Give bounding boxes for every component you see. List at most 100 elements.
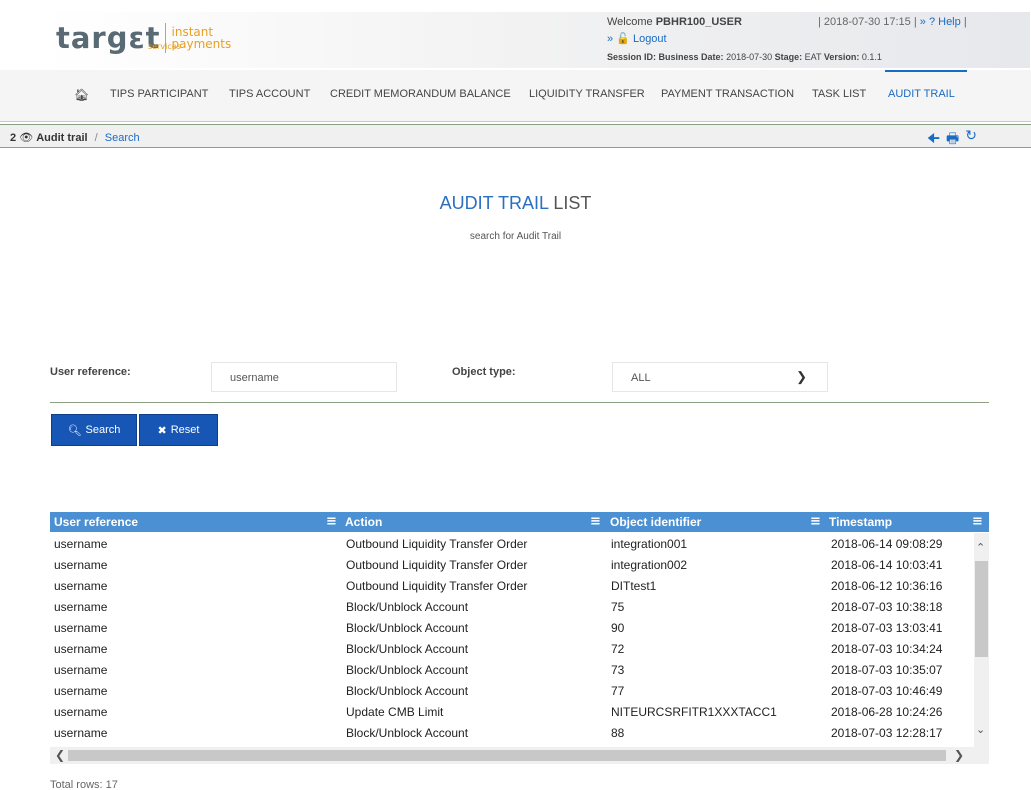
nav-tips-account[interactable]: TIPS ACCOUNT: [229, 88, 310, 100]
scroll-right-icon[interactable]: ❯: [954, 748, 964, 762]
stage-value: EAT: [804, 52, 822, 62]
table-body: username Outbound Liquidity Transfer Ord…: [50, 533, 974, 747]
search-icon: 🔍︎: [67, 424, 82, 437]
cell-object-identifier: 77: [611, 684, 625, 698]
header-date-help: | 2018-07-30 17:15 | » ? Help |: [818, 16, 967, 28]
table-row[interactable]: username Block/Unblock Account 90 2018-0…: [50, 617, 974, 638]
cell-action: Outbound Liquidity Transfer Order: [346, 558, 528, 572]
table-row[interactable]: username Block/Unblock Account 75 2018-0…: [50, 596, 974, 617]
column-header-timestamp[interactable]: Timestamp: [829, 515, 892, 529]
cell-timestamp: 2018-07-03 10:46:49: [831, 684, 943, 698]
cell-user-reference: username: [54, 558, 108, 572]
table-row[interactable]: username Block/Unblock Account 73 2018-0…: [50, 659, 974, 680]
nav-liquidity-transfer[interactable]: LIQUIDITY TRANSFER: [529, 88, 645, 100]
refresh-icon[interactable]: ↻: [965, 128, 977, 152]
cell-action: Update CMB Limit: [346, 705, 444, 719]
cell-user-reference: username: [54, 705, 108, 719]
target-logo: targɛt services instant payments: [56, 20, 231, 56]
stage-label: Stage:: [774, 52, 803, 62]
help-link[interactable]: Help: [938, 16, 961, 28]
scroll-up-icon[interactable]: ⌃: [976, 541, 985, 554]
column-menu-icon[interactable]: ≡: [590, 514, 601, 529]
table-row[interactable]: username Outbound Liquidity Transfer Ord…: [50, 575, 974, 596]
page-title: AUDIT TRAIL LIST: [0, 193, 1031, 214]
table-row[interactable]: username Block/Unblock Account 72 2018-0…: [50, 638, 974, 659]
search-button[interactable]: 🔍︎ Search: [51, 414, 137, 446]
cell-object-identifier: 90: [611, 621, 625, 635]
breadcrumb-current: Search: [104, 132, 140, 144]
cell-timestamp: 2018-07-03 12:28:17: [831, 726, 943, 740]
table-header: User reference ≡ Action ≡ Object identif…: [50, 512, 989, 532]
table-row[interactable]: username Outbound Liquidity Transfer Ord…: [50, 554, 974, 575]
user-reference-label: User reference:: [50, 366, 131, 378]
help-suffix: |: [963, 16, 967, 28]
cell-action: Block/Unblock Account: [346, 663, 469, 677]
vertical-scrollbar[interactable]: ⌃ ⌄: [974, 533, 989, 747]
table-row[interactable]: username Update CMB Limit NITEURCSRFITR1…: [50, 701, 974, 722]
session-info: Session ID: Business Date: 2018-07-30 St…: [607, 52, 882, 62]
help-prefix: »: [919, 16, 926, 28]
cell-object-identifier: DITtest1: [611, 579, 657, 593]
nav-payment-transaction[interactable]: PAYMENT TRANSACTION: [661, 88, 794, 100]
breadcrumb-path: 2 👁︎ Audit trail / Search: [10, 131, 140, 144]
column-menu-icon[interactable]: ≡: [326, 514, 337, 529]
cell-user-reference: username: [54, 579, 108, 593]
version-label: Version:: [823, 52, 860, 62]
column-header-user-reference[interactable]: User reference: [54, 515, 138, 529]
breadcrumb: 2 👁︎ Audit trail / Search 🠈 🖶︎ ↻: [0, 124, 1031, 148]
cell-user-reference: username: [54, 684, 108, 698]
help-icon: ?: [928, 16, 936, 28]
cell-timestamp: 2018-07-03 13:03:41: [831, 621, 943, 635]
logout-link[interactable]: Logout: [633, 33, 667, 45]
cell-timestamp: 2018-06-28 10:24:26: [831, 705, 943, 719]
page-title-rest: LIST: [553, 193, 592, 213]
cell-object-identifier: 72: [611, 642, 625, 656]
print-icon[interactable]: 🖶︎: [946, 128, 959, 152]
back-arrow-icon[interactable]: 🠈: [927, 128, 940, 152]
object-type-value: ALL: [631, 372, 651, 384]
logout-row: » 🔓 Logout: [607, 32, 742, 45]
cell-object-identifier: integration001: [611, 537, 688, 551]
home-icon[interactable]: 🏠︎: [74, 88, 89, 102]
column-menu-icon[interactable]: ≡: [810, 514, 821, 529]
eye-icon: 👁︎: [19, 132, 34, 144]
search-button-label: Search: [85, 424, 121, 436]
column-header-object-identifier[interactable]: Object identifier: [610, 515, 701, 529]
horizontal-scroll-thumb[interactable]: [68, 750, 946, 761]
user-info: Welcome PBHR100_USER » 🔓 Logout: [607, 16, 742, 45]
cell-action: Block/Unblock Account: [346, 726, 469, 740]
table-row[interactable]: username Block/Unblock Account 88 2018-0…: [50, 722, 974, 743]
current-datetime: | 2018-07-30 17:15 |: [818, 16, 917, 28]
cell-action: Outbound Liquidity Transfer Order: [346, 537, 528, 551]
nav-tips-participant[interactable]: TIPS PARTICIPANT: [110, 88, 208, 100]
cell-user-reference: username: [54, 600, 108, 614]
horizontal-scrollbar[interactable]: ❮ ❯: [50, 747, 989, 764]
cell-user-reference: username: [54, 663, 108, 677]
table-row[interactable]: username Block/Unblock Account 77 2018-0…: [50, 680, 974, 701]
vertical-scroll-thumb[interactable]: [975, 561, 988, 657]
logo-services-text: services: [148, 42, 181, 51]
column-header-action[interactable]: Action: [345, 515, 382, 529]
business-date-label: Business Date:: [658, 52, 724, 62]
nav-task-list[interactable]: TASK LIST: [812, 88, 866, 100]
cell-action: Outbound Liquidity Transfer Order: [346, 579, 528, 593]
breadcrumb-section[interactable]: Audit trail: [36, 132, 87, 144]
reset-button[interactable]: ✖ Reset: [139, 414, 218, 446]
scroll-down-icon[interactable]: ⌄: [976, 723, 985, 736]
main-nav: 🏠︎ TIPS PARTICIPANT TIPS ACCOUNT CREDIT …: [0, 70, 1031, 122]
nav-credit-memorandum-balance[interactable]: CREDIT MEMORANDUM BALANCE: [330, 88, 511, 100]
page-title-highlight: AUDIT TRAIL: [439, 193, 549, 213]
table-row[interactable]: username Outbound Liquidity Transfer Ord…: [50, 533, 974, 554]
object-type-select[interactable]: ALL ❯: [612, 362, 828, 392]
user-reference-input[interactable]: username: [211, 362, 397, 392]
reset-button-label: Reset: [170, 424, 200, 436]
breadcrumb-actions: 🠈 🖶︎ ↻: [927, 128, 977, 152]
scroll-left-icon[interactable]: ❮: [55, 748, 65, 762]
cell-object-identifier: integration002: [611, 558, 688, 572]
cell-action: Block/Unblock Account: [346, 621, 469, 635]
cell-timestamp: 2018-07-03 10:35:07: [831, 663, 943, 677]
breadcrumb-separator: /: [94, 132, 98, 144]
column-menu-icon[interactable]: ≡: [972, 514, 983, 529]
nav-audit-trail[interactable]: AUDIT TRAIL: [888, 88, 955, 100]
breadcrumb-count: 2: [10, 132, 17, 144]
